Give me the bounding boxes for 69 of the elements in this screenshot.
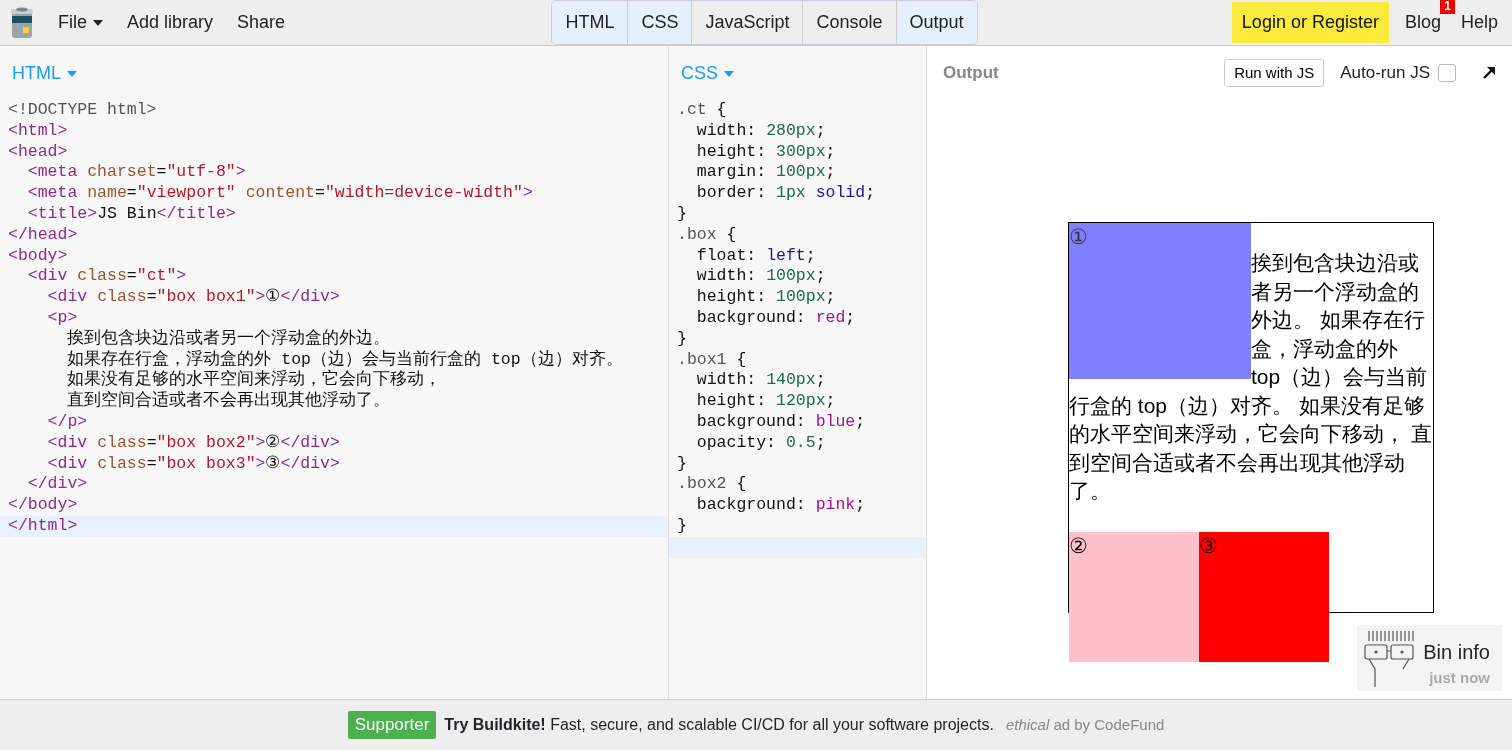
- code-line: }: [676, 453, 688, 475]
- code-line: height: 120px;: [695, 391, 837, 412]
- float-box: ②: [1069, 531, 1199, 662]
- code-line: </body>: [7, 495, 79, 516]
- menu-item[interactable]: File: [46, 5, 115, 40]
- code-line: height: 300px;: [695, 141, 837, 163]
- code-line: </p>: [46, 411, 89, 433]
- caret-icon: [724, 71, 734, 78]
- code-line: <head>: [7, 141, 69, 163]
- float-box: ①: [1069, 223, 1251, 379]
- code-line: }: [676, 328, 688, 350]
- help-link[interactable]: Help: [1456, 5, 1502, 40]
- code-line: .box1 {: [676, 349, 748, 371]
- panel-tab[interactable]: HTML: [552, 1, 628, 44]
- supporter-badge: Supporter: [347, 711, 437, 739]
- caret-icon: [93, 20, 103, 27]
- code-line: <meta name="viewport" content="width=device-width">: [26, 183, 534, 204]
- code-line: <p>: [46, 307, 79, 329]
- menu-item[interactable]: Add library: [115, 5, 226, 40]
- code-line: float: left;: [695, 245, 817, 267]
- float-box: ③: [1199, 531, 1329, 662]
- code-line: height: 100px;: [695, 287, 837, 308]
- notification-badge: 1: [1440, 0, 1455, 14]
- code-line: border: 1px solid;: [695, 183, 877, 204]
- code-line: .ct {: [676, 100, 728, 121]
- code-line: 直到空间合适或者不会再出现其他浮动了。: [66, 391, 392, 412]
- code-line: .box {: [676, 224, 738, 246]
- code-line: <body>: [7, 245, 69, 267]
- panel-tab[interactable]: Output: [895, 1, 977, 44]
- ad-credit: ethical ad by CodeFund: [1005, 714, 1165, 735]
- code-line: opacity: 0.5;: [695, 432, 827, 454]
- blog-link[interactable]: Blog: [1404, 8, 1441, 36]
- code-line: <div class="ct">: [26, 266, 188, 288]
- code-line: width: 140px;: [695, 370, 827, 392]
- bin-info-panel[interactable]: Bin info just now: [1357, 625, 1502, 691]
- code-line: 挨到包含块边沿或者另一个浮动盒的外边。: [66, 328, 392, 350]
- code-line: background: blue;: [695, 411, 867, 433]
- code-line: <title>JS Bin</title>: [26, 204, 237, 225]
- code-line: background: red;: [695, 307, 857, 329]
- panel-tab[interactable]: CSS: [627, 1, 692, 44]
- code-line: 如果存在行盒，浮动盒的外 top（边）会与当前行盒的 top（边）对齐。: [66, 349, 624, 369]
- bin-info-title: Bin info: [1423, 639, 1490, 665]
- code-line: }: [676, 515, 688, 537]
- ad-text: Try Buildkite! Fast, secure, and scalable CI/CD for all your software projects.: [444, 715, 994, 735]
- code-line: <div class="box box1">①</div>: [46, 287, 341, 308]
- code-line: background: pink;: [695, 495, 867, 516]
- code-line: <div class="box box2">②</div>: [46, 432, 341, 454]
- checkbox-label: Auto-run JS: [1340, 62, 1430, 85]
- code-line: </head>: [7, 224, 79, 246]
- code-line: margin: 100px;: [695, 162, 837, 184]
- code-line: .box2 {: [676, 474, 748, 496]
- code-line: <!DOCTYPE html>: [7, 100, 158, 121]
- code-line: }: [676, 204, 688, 225]
- run-button[interactable]: Run with JS: [1224, 58, 1325, 88]
- code-line: </div>: [26, 474, 89, 496]
- bin-logo-icon[interactable]: [10, 6, 34, 39]
- code-line: 如果没有足够的水平空间来浮动，它会向下移动，: [66, 370, 443, 391]
- caret-icon: [67, 71, 77, 78]
- login-button[interactable]: Login or Register: [1231, 2, 1389, 43]
- autorun-checkbox[interactable]: [1438, 64, 1456, 82]
- code-line: <meta charset="utf-8">: [26, 162, 247, 184]
- popout-arrow-icon[interactable]: [1482, 66, 1496, 80]
- code-line: <html>: [7, 120, 69, 142]
- timestamp: just now: [1429, 667, 1490, 688]
- code-line: width: 280px;: [695, 120, 827, 142]
- code-line: width: 100px;: [695, 266, 827, 288]
- panel-title: Output: [943, 62, 999, 85]
- code-line: <div class="box box3">③</div>: [46, 453, 341, 475]
- menu-item[interactable]: Share: [225, 5, 298, 40]
